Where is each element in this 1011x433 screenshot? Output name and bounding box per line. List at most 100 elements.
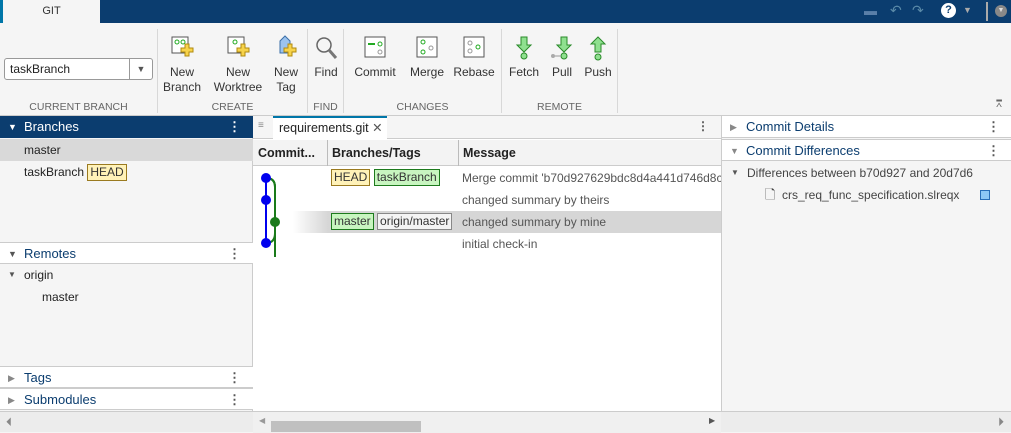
section-find: Find FIND	[308, 29, 344, 113]
commit-button[interactable]: Commit	[350, 35, 400, 80]
commit-history-panel: ≡ requirements.git ✕ ⋮ Commit... Branche…	[253, 116, 721, 411]
commit-graph	[261, 173, 280, 257]
push-button[interactable]: Push	[582, 35, 614, 80]
table-row[interactable]: initial check-in	[253, 233, 721, 255]
commit-message: changed summary by theirs	[462, 193, 610, 207]
push-icon	[589, 36, 607, 61]
tag-badge: taskBranch	[373, 169, 440, 186]
branches-header[interactable]: ▼ Branches ⋮	[0, 116, 253, 138]
help-icon[interactable]: ?	[941, 3, 956, 18]
rebase-button[interactable]: Rebase	[452, 35, 496, 80]
remote-origin[interactable]: ▼ origin	[0, 264, 253, 286]
pull-icon	[551, 36, 573, 60]
tab-requirements-git[interactable]: requirements.git ✕	[273, 116, 387, 139]
new-branch-icon	[171, 36, 194, 57]
commit-icon	[364, 36, 386, 58]
requirements-file-icon: 🗋	[765, 187, 776, 202]
options-icon[interactable]: ▼	[995, 5, 1007, 17]
scroll-left-icon[interactable]: ◀	[259, 416, 265, 425]
merge-button[interactable]: Merge	[406, 35, 448, 80]
title-bar: ▬ ↶ ↷ ? ▼ ▼	[0, 0, 1011, 23]
table-row-selected[interactable]: master origin/master changed summary by m…	[253, 211, 721, 233]
column-header-commit[interactable]: Commit...	[258, 140, 315, 166]
more-options-icon[interactable]: ⋮	[697, 119, 709, 133]
menu-icon[interactable]: ≡	[258, 120, 264, 131]
remotes-header[interactable]: ▼ Remotes ⋮	[0, 242, 253, 264]
commit-details-header[interactable]: ▶ Commit Details ⋮	[722, 116, 1011, 138]
section-changes: Commit Merge Rebase CHANGES	[344, 29, 502, 113]
section-label: FIND	[313, 101, 338, 113]
new-tag-button[interactable]: New Tag	[270, 35, 302, 95]
column-header-branches[interactable]: Branches/Tags	[327, 140, 421, 166]
redo-icon[interactable]: ↷	[912, 2, 924, 19]
tag-badge: master	[331, 213, 374, 230]
collapse-icon[interactable]: ▶	[8, 367, 15, 389]
commit-message: changed summary by mine	[462, 215, 607, 229]
branch-item[interactable]: taskBranch HEAD	[0, 161, 253, 183]
collapse-right-icon[interactable]: ⏵	[998, 415, 1004, 430]
expand-icon[interactable]: ▼	[731, 162, 739, 184]
more-options-icon[interactable]: ⋮	[987, 116, 1000, 138]
merge-icon	[416, 36, 438, 58]
horizontal-scrollbar[interactable]: ◀ ▶	[253, 412, 721, 433]
new-branch-button[interactable]: New Branch	[162, 35, 202, 95]
table-row[interactable]: HEAD taskBranch Merge commit 'b70d927629b…	[253, 167, 721, 189]
more-options-icon[interactable]: ⋮	[228, 116, 241, 138]
new-tag-icon	[279, 35, 297, 57]
commit-message: Merge commit 'b70d927629bdc8d4a441d746d8…	[462, 171, 721, 185]
chevron-down-icon[interactable]: ▼	[963, 5, 972, 15]
tags-header[interactable]: ▶ Tags ⋮	[0, 366, 253, 388]
branch-item[interactable]: master	[0, 139, 253, 161]
expand-icon[interactable]: ▼	[8, 116, 17, 138]
scroll-right-icon[interactable]: ▶	[709, 416, 715, 425]
new-worktree-icon	[227, 36, 250, 57]
pull-button[interactable]: Pull	[546, 35, 578, 80]
undo-icon[interactable]: ↶	[890, 2, 902, 19]
collapse-icon[interactable]: ▶	[8, 389, 15, 411]
tab-git[interactable]: GIT	[0, 0, 100, 23]
collapse-icon[interactable]: ▶	[730, 116, 737, 138]
save-icon[interactable]: ▬	[864, 3, 877, 18]
section-create: New Branch New Worktree New Tag CREATE	[158, 29, 308, 113]
commit-node	[261, 195, 271, 205]
commit-node	[261, 173, 271, 183]
commit-node	[261, 238, 271, 248]
more-options-icon[interactable]: ⋮	[228, 389, 241, 411]
collapse-toolstrip-icon[interactable]: ⩞	[996, 99, 1002, 110]
section-remote: Fetch Pull Push REMOTE	[502, 29, 618, 113]
expand-icon[interactable]: ▼	[730, 140, 739, 162]
expand-icon[interactable]: ▼	[8, 264, 16, 286]
changed-file-item[interactable]: 🗋 crs_req_func_specification.slreqx	[722, 184, 1011, 206]
new-worktree-button[interactable]: New Worktree	[210, 35, 266, 95]
diff-group[interactable]: ▼ Differences between b70d927 and 20d7d6	[722, 162, 1011, 184]
find-button[interactable]: Find	[310, 35, 342, 80]
submodules-header[interactable]: ▶ Submodules ⋮	[0, 388, 253, 410]
remote-branch-item[interactable]: master	[0, 286, 253, 308]
left-panel: ▼ Branches ⋮ master taskBranch HEAD ▼ Remot…	[0, 116, 253, 411]
search-icon	[316, 37, 338, 59]
section-label: CHANGES	[396, 101, 449, 113]
close-icon[interactable]: ✕	[372, 121, 382, 135]
table-header: Commit... Branches/Tags Message	[253, 140, 721, 166]
commit-node	[270, 217, 280, 227]
more-options-icon[interactable]: ⋮	[228, 243, 241, 265]
scrollbar-thumb[interactable]	[271, 421, 421, 432]
table-row[interactable]: changed summary by theirs	[253, 189, 721, 211]
graph-merge-line	[265, 177, 276, 244]
document-tab-bar: ≡ requirements.git ✕ ⋮	[253, 116, 721, 139]
fetch-icon	[515, 36, 533, 60]
commit-differences-header[interactable]: ▼ Commit Differences ⋮	[722, 139, 1011, 161]
current-branch-value: taskBranch	[10, 62, 71, 76]
tag-badge: HEAD	[331, 169, 371, 186]
column-header-message[interactable]: Message	[458, 140, 721, 166]
collapse-left-icon[interactable]: ⏴	[6, 415, 12, 430]
more-options-icon[interactable]: ⋮	[987, 140, 1000, 162]
current-branch-dropdown[interactable]: taskBranch ▼	[4, 58, 153, 80]
chevron-down-icon[interactable]: ▼	[129, 59, 152, 79]
section-label: CREATE	[211, 101, 254, 113]
right-panel: ▶ Commit Details ⋮ ▼ Commit Differences ⋮ ▼ D…	[721, 116, 1011, 411]
rebase-icon	[463, 36, 485, 58]
fetch-button[interactable]: Fetch	[506, 35, 542, 80]
more-options-icon[interactable]: ⋮	[228, 367, 241, 389]
expand-icon[interactable]: ▼	[8, 243, 17, 265]
